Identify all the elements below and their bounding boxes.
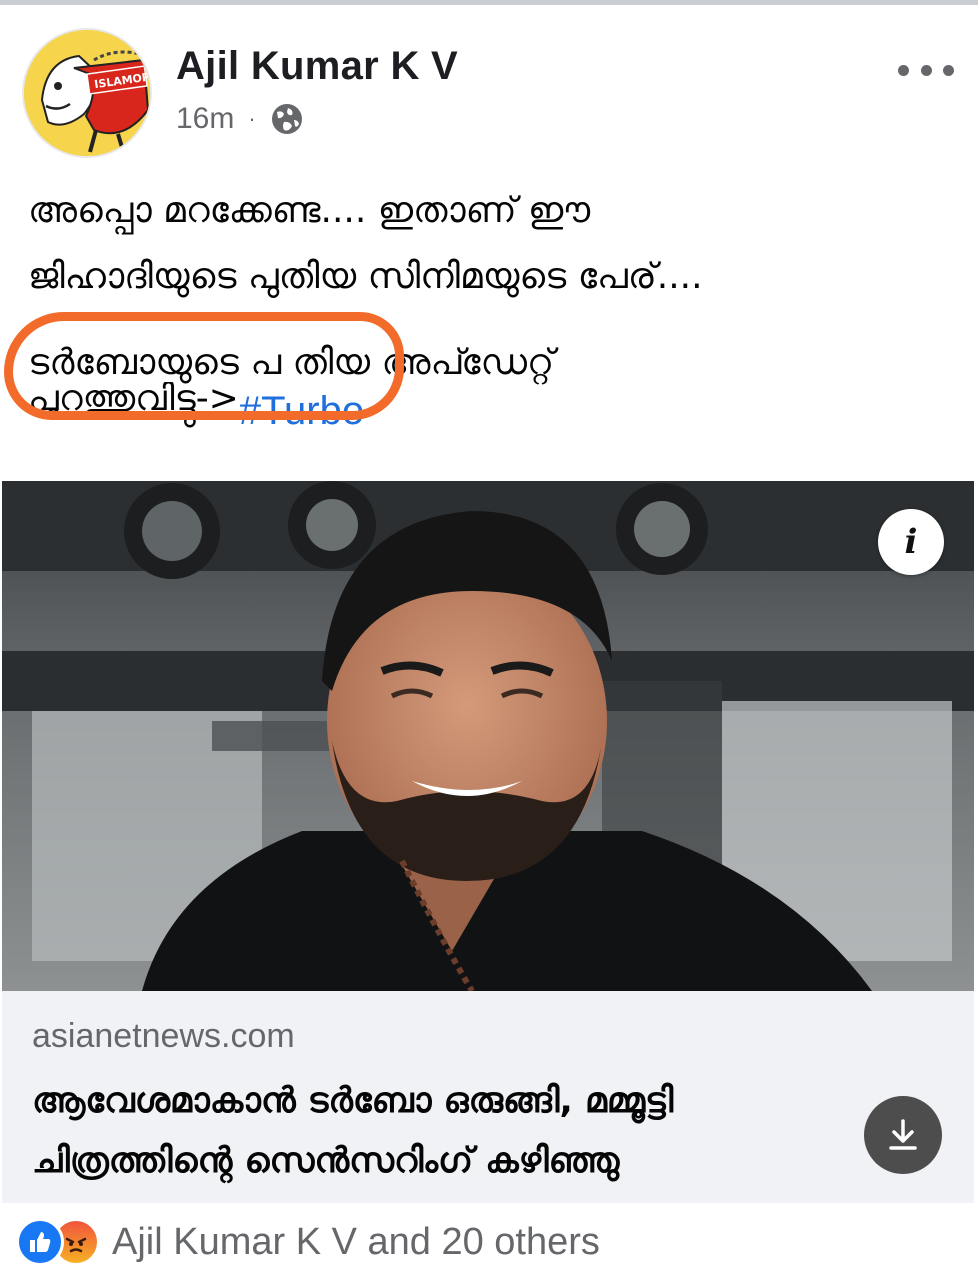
author-avatar[interactable]: ISLAMOPH (22, 28, 152, 158)
top-divider (0, 0, 978, 5)
link-domain: asianetnews.com (32, 1017, 295, 1055)
author-name[interactable]: Ajil Kumar K V (176, 44, 458, 89)
post-text-line: അപ്പൊ മറക്കേണ്ട.... ഇതാണ് ഈ (28, 190, 591, 231)
hashtag-link[interactable]: #Turbo (239, 389, 364, 430)
link-headline-line: ആവേശമാകാൻ ടർബോ ഒരുങ്ങി, മമ്മൂട്ടി (32, 1081, 674, 1121)
download-icon (889, 1119, 917, 1150)
post-timestamp[interactable]: 16m (176, 102, 234, 136)
info-icon: i (904, 522, 918, 562)
post-text-line: പുറത്തുവിട്ടു-> (28, 382, 239, 419)
more-dot-icon (898, 64, 909, 76)
info-button[interactable]: i (878, 509, 944, 575)
reactions-bar[interactable]: Ajil Kumar K V and 20 others (16, 1214, 600, 1270)
more-dot-icon (920, 64, 932, 76)
download-button[interactable] (864, 1096, 942, 1174)
post-text-line: ജിഹാദിയുടെ പുതിയ സിനിമയുടെ പേര്.... (28, 256, 703, 297)
reaction-summary[interactable]: Ajil Kumar K V and 20 others (112, 1221, 600, 1264)
post-text: അപ്പൊ മറക്കേണ്ട.... ഇതാണ് ഈ ജിഹാദിയുടെ പ… (28, 182, 948, 430)
more-dot-icon (943, 64, 954, 76)
globe-icon (271, 104, 302, 134)
actor-photo (2, 481, 974, 991)
more-options-button[interactable] (898, 50, 954, 90)
meta-separator: · (248, 106, 256, 131)
link-headline-line: ചിത്രത്തിന്റെ സെൻസറിംഗ് കഴിഞ്ഞു (32, 1141, 620, 1181)
avatar-illustration: ISLAMOPH (24, 30, 150, 156)
link-headline: ആവേശമാകാൻ ടർബോ ഒരുങ്ങി, മമ്മൂട്ടി ചിത്രത… (32, 1071, 932, 1191)
link-preview-card[interactable]: asianetnews.com ആവേശമാകാൻ ടർബോ ഒരുങ്ങി, … (2, 991, 974, 1203)
link-preview-image[interactable]: i (2, 481, 974, 991)
post-meta: 16m · (176, 102, 304, 136)
like-icon (16, 1218, 64, 1266)
